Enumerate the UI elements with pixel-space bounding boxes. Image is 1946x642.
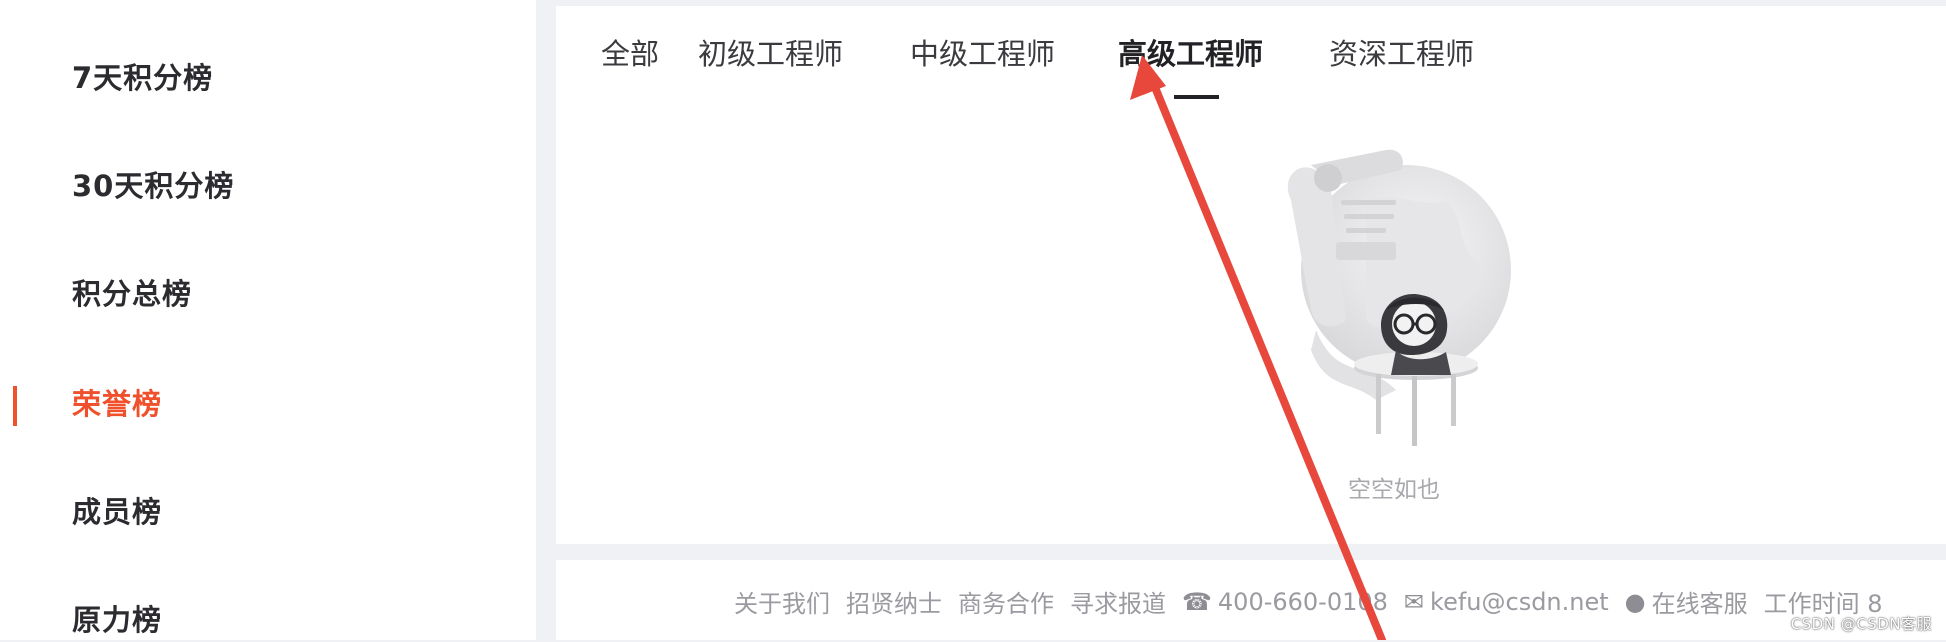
phone-icon: ☎ <box>1182 587 1212 616</box>
tab-mid-engineer[interactable]: 中级工程师 <box>910 32 1055 76</box>
sidebar-item-members[interactable]: 成员榜 <box>72 490 162 534</box>
footer-links-row: 关于我们 招贤纳士 商务合作 寻求报道 ☎ 400-660-0108 ✉ kef… <box>734 584 1899 619</box>
empty-state-text: 空空如也 <box>1348 477 1440 503</box>
empty-state-illustration <box>1287 149 1511 446</box>
sidebar-item-honor[interactable]: 荣誉榜 <box>72 382 162 426</box>
footer-link-business[interactable]: 商务合作 <box>958 584 1054 619</box>
active-indicator <box>13 386 17 426</box>
site-footer: 关于我们 招贤纳士 商务合作 寻求报道 ☎ 400-660-0108 ✉ kef… <box>556 560 1946 640</box>
sidebar-item-force[interactable]: 原力榜 <box>72 598 162 642</box>
left-sidebar: 7天积分榜 30天积分榜 积分总榜 荣誉榜 成员榜 原力榜 <box>0 0 536 640</box>
footer-link-careers[interactable]: 招贤纳士 <box>846 584 942 619</box>
active-tab-underline <box>1174 95 1219 99</box>
tab-senior-engineer[interactable]: 高级工程师 <box>1118 32 1263 76</box>
tab-junior-engineer[interactable]: 初级工程师 <box>698 32 843 76</box>
tab-all[interactable]: 全部 <box>601 32 659 76</box>
watermark: CSDN @CSDN客服 <box>1790 615 1932 633</box>
mail-icon: ✉ <box>1403 587 1425 616</box>
sidebar-item-7day-points[interactable]: 7天积分榜 <box>72 56 213 100</box>
footer-link-press[interactable]: 寻求报道 <box>1070 584 1166 619</box>
footer-link-about[interactable]: 关于我们 <box>734 584 830 619</box>
chat-icon: ● <box>1624 587 1646 616</box>
footer-email[interactable]: kefu@csdn.net <box>1430 588 1609 616</box>
tab-expert-engineer[interactable]: 资深工程师 <box>1329 32 1474 76</box>
main-content-panel: 全部 初级工程师 中级工程师 高级工程师 资深工程师 空空如也 <box>556 6 1946 544</box>
sidebar-item-total-points[interactable]: 积分总榜 <box>72 272 192 316</box>
footer-online-service[interactable]: 在线客服 <box>1652 584 1748 619</box>
sidebar-item-30day-points[interactable]: 30天积分榜 <box>72 164 234 208</box>
footer-phone[interactable]: 400-660-0108 <box>1218 588 1388 616</box>
